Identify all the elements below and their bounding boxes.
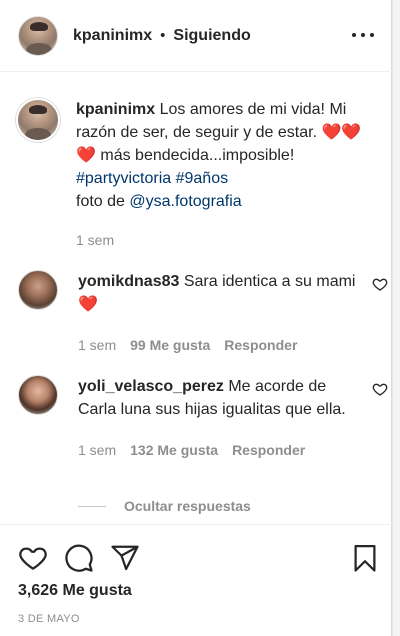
share-icon[interactable] — [110, 543, 140, 573]
post-actions: 3,626 Me gusta 3 DE MAYO — [0, 524, 392, 636]
comment-icon[interactable] — [64, 543, 94, 573]
hide-replies-label: Ocultar respuestas — [124, 498, 251, 514]
caption-avatar[interactable] — [16, 98, 60, 142]
hide-replies-button[interactable]: Ocultar respuestas — [78, 498, 251, 514]
hashtag-link[interactable]: #partyvictoria — [76, 170, 171, 187]
comment-meta: 1 sem 132 Me gusta Responder — [78, 439, 362, 462]
bookmark-icon[interactable] — [350, 543, 380, 573]
comment-item: yomikdnas83 Sara identica a su mami ❤️ 1 … — [18, 270, 388, 357]
author-avatar[interactable] — [18, 15, 58, 56]
following-button[interactable]: Siguiendo — [173, 27, 250, 45]
heart-emoji: ❤️❤️ — [321, 124, 362, 141]
author-username[interactable]: kpaninimx — [73, 27, 152, 45]
comment-body: yoli_velasco_perez Me acorde de Carla lu… — [78, 375, 362, 462]
comment-likes[interactable]: 132 Me gusta — [130, 439, 218, 462]
hashtag-link[interactable]: #9años — [176, 170, 229, 187]
reply-button[interactable]: Responder — [224, 334, 297, 357]
commenter-avatar[interactable] — [18, 270, 58, 310]
post-date: 3 DE MAYO — [18, 613, 80, 625]
post-header: kpaninimx • Siguiendo — [0, 0, 392, 72]
commenter-avatar[interactable] — [18, 375, 58, 415]
like-comment-icon[interactable] — [372, 276, 388, 292]
post-caption: kpaninimx Los amores de mi vida! Mi razó… — [16, 98, 386, 252]
like-comment-icon[interactable] — [372, 381, 388, 397]
caption-text-part2: más bendecida...imposible! — [100, 147, 295, 164]
photo-credit-prefix: foto de — [76, 193, 125, 210]
heart-emoji: ❤️ — [76, 147, 96, 164]
comment-body: yomikdnas83 Sara identica a su mami ❤️ 1 … — [78, 270, 362, 357]
mention-link[interactable]: @ysa.fotografia — [129, 193, 241, 210]
heart-icon[interactable] — [18, 543, 48, 573]
commenter-username[interactable]: yoli_velasco_perez — [78, 378, 224, 395]
post-panel: kpaninimx • Siguiendo kpaninimx Los amor… — [0, 0, 392, 636]
more-options-icon[interactable] — [352, 24, 374, 46]
commenter-username[interactable]: yomikdnas83 — [78, 273, 179, 290]
comment-time: 1 sem — [78, 337, 117, 353]
caption-body: kpaninimx Los amores de mi vida! Mi razó… — [76, 98, 376, 252]
comment-item: yoli_velasco_perez Me acorde de Carla lu… — [18, 375, 388, 462]
comment-meta: 1 sem 99 Me gusta Responder — [78, 334, 362, 357]
caption-time: 1 sem — [76, 232, 115, 248]
heart-emoji: ❤️ — [78, 296, 98, 313]
divider-line — [78, 505, 106, 507]
separator-dot: • — [160, 27, 166, 44]
likes-count[interactable]: 3,626 Me gusta — [18, 582, 132, 600]
comment-likes[interactable]: 99 Me gusta — [130, 334, 210, 357]
caption-text: kpaninimx Los amores de mi vida! Mi razó… — [76, 98, 376, 213]
comment-text: Sara identica a su mami — [183, 273, 356, 290]
caption-username[interactable]: kpaninimx — [76, 101, 155, 118]
comment-time: 1 sem — [78, 442, 117, 458]
reply-button[interactable]: Responder — [232, 439, 305, 462]
scrollbar[interactable] — [392, 0, 400, 636]
